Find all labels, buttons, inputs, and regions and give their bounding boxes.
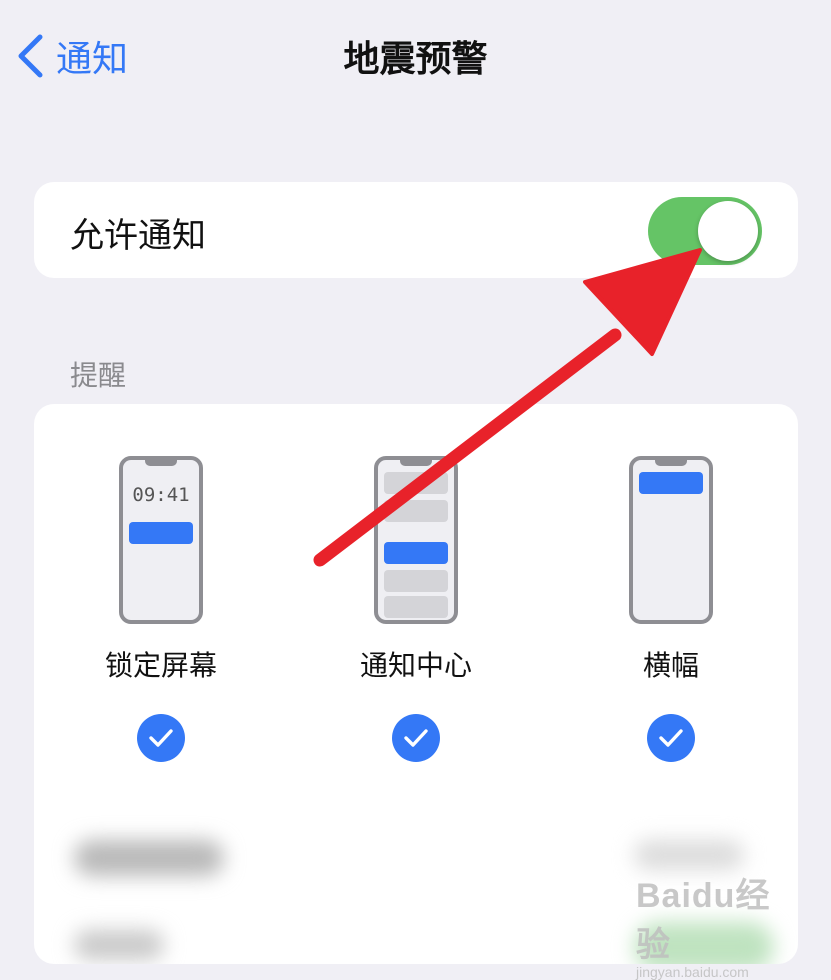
alert-option-label: 横幅 (642, 649, 699, 682)
navigation-bar: 通知 地震预警 (0, 0, 831, 110)
watermark-logo: Baidu经验 (636, 877, 771, 964)
notification-center-preview-icon (374, 456, 458, 624)
checkmark-icon[interactable] (392, 714, 440, 762)
page-title: 地震预警 (343, 39, 488, 80)
alerts-section-header: 提醒 (70, 359, 127, 392)
baidu-watermark: Baidu经验 jingyan.baidu.com (636, 868, 796, 980)
banner-preview-icon (629, 456, 713, 624)
alert-option-banners[interactable]: 横幅 (571, 456, 771, 762)
preview-time: 09:41 (132, 484, 190, 506)
lock-screen-preview-icon: 09:41 (119, 456, 203, 624)
allow-notifications-toggle[interactable] (648, 197, 762, 265)
alert-option-lock-screen[interactable]: 09:41 锁定屏幕 (61, 456, 261, 762)
toggle-knob (698, 201, 758, 261)
alert-option-label: 锁定屏幕 (104, 649, 217, 682)
watermark-url: jingyan.baidu.com (636, 964, 749, 980)
alert-option-notification-center[interactable]: 通知中心 (316, 456, 516, 762)
checkmark-icon[interactable] (647, 714, 695, 762)
checkmark-icon[interactable] (137, 714, 185, 762)
allow-notifications-row: 允许通知 (34, 182, 798, 278)
allow-notifications-label: 允许通知 (70, 216, 206, 256)
alert-option-label: 通知中心 (359, 649, 472, 682)
